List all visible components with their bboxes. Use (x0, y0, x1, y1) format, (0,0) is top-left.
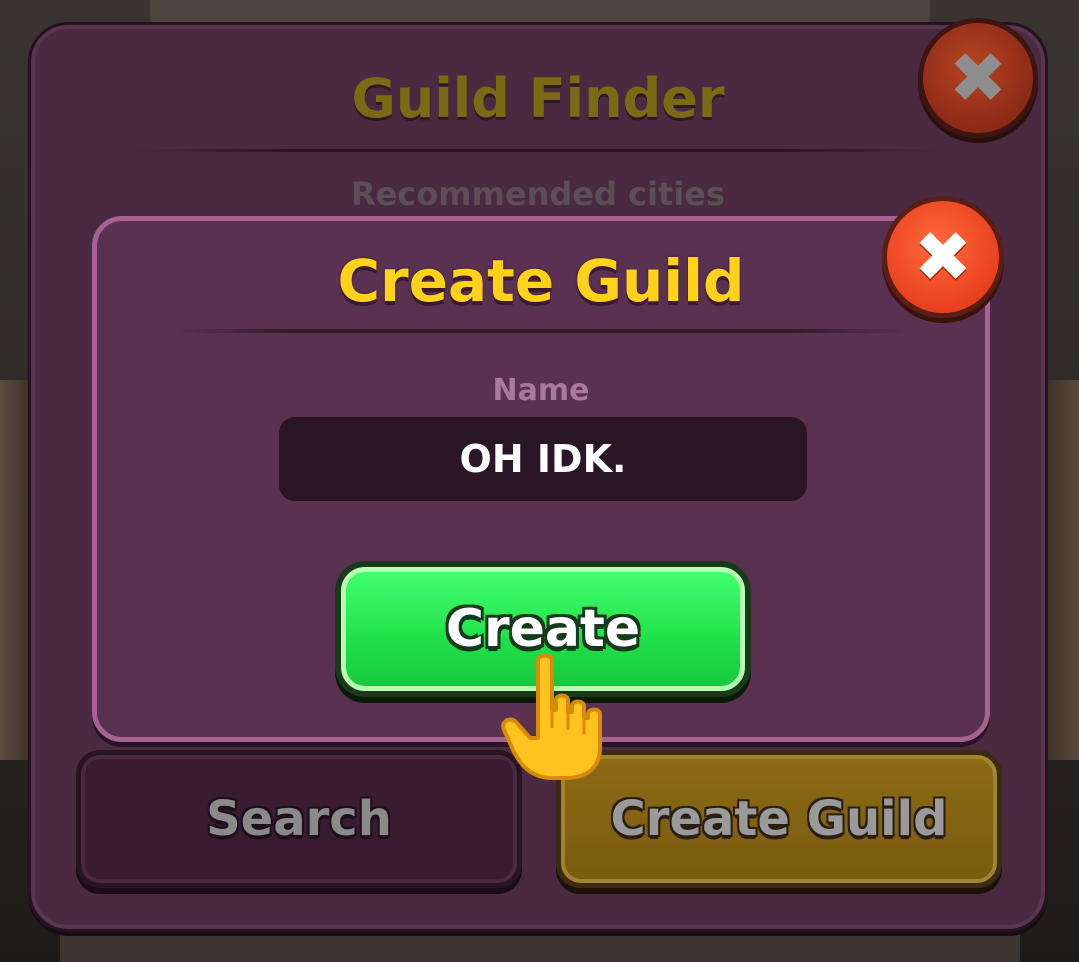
search-tab-button[interactable]: Search (76, 750, 522, 888)
search-tab-label: Search (206, 791, 392, 847)
name-label: Name (492, 373, 590, 408)
close-icon: ✖ (948, 37, 1008, 119)
background-shelf-right (1045, 380, 1079, 760)
guild-name-input[interactable] (279, 417, 807, 501)
background-floor (60, 928, 1020, 962)
dialog-divider (177, 329, 905, 333)
pointing-hand-icon (501, 653, 602, 780)
background-wall (150, 0, 930, 22)
create-guild-dialog-title: Create Guild (337, 247, 745, 315)
recommended-cities-label: Recommended cities (350, 175, 726, 213)
create-button-label: Create (445, 599, 641, 659)
guild-finder-title: Guild Finder (351, 67, 725, 130)
create-guild-tab-label: Create Guild (610, 791, 948, 847)
create-guild-tab-face: Create Guild (561, 755, 997, 883)
title-divider (131, 149, 945, 152)
close-icon: ✖ (913, 216, 973, 298)
guild-finder-close-button[interactable]: ✖ (918, 18, 1038, 138)
create-guild-tab-button[interactable]: Create Guild (556, 750, 1002, 888)
create-guild-close-button[interactable]: ✖ (882, 196, 1004, 318)
